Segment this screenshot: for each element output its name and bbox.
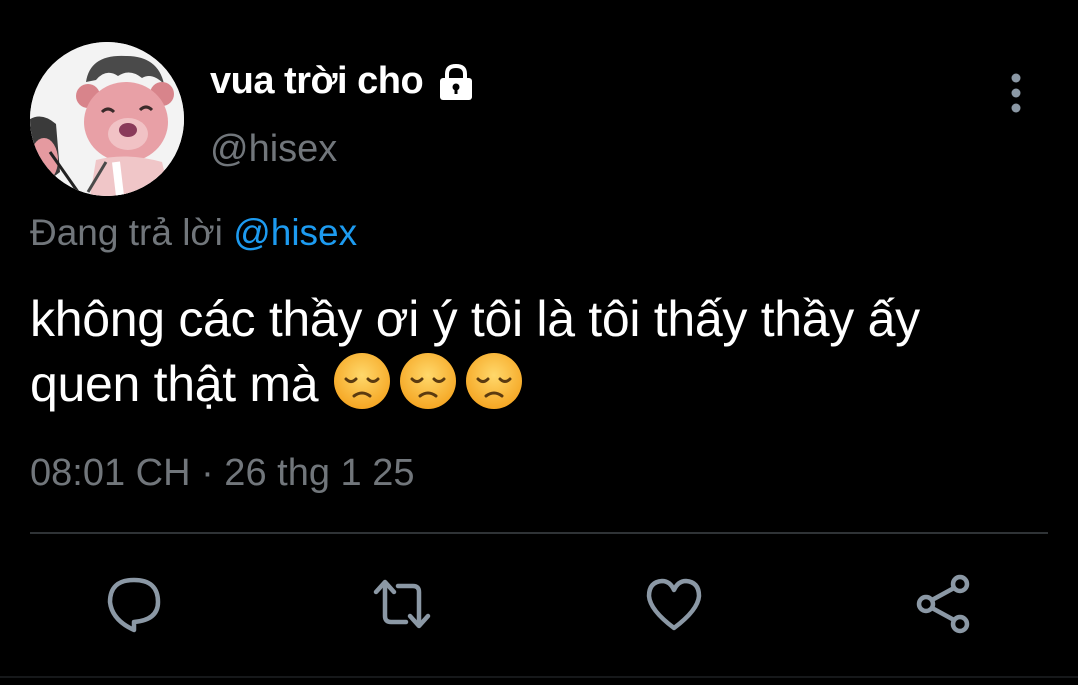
- heart-icon: [646, 578, 702, 631]
- tweet-text: không các thầy ơi ý tôi là tôi thấy thầy…: [30, 287, 1040, 416]
- avatar[interactable]: [30, 42, 184, 196]
- replying-to-label: Đang trả lời: [30, 212, 223, 253]
- tweet-detail: vua trời cho @hisex Đang trả lời @hisex …: [0, 0, 1078, 685]
- lock-icon: [435, 61, 477, 103]
- reply-icon: [107, 577, 161, 633]
- display-name-row: vua trời cho: [210, 60, 477, 103]
- disappointed-face-emoji: [464, 351, 524, 411]
- divider: [30, 532, 1048, 534]
- disappointed-face-emoji: [332, 351, 392, 411]
- bottom-divider: [0, 676, 1078, 678]
- cartoon-bear-avatar: [30, 42, 184, 196]
- like-button[interactable]: [644, 574, 704, 634]
- share-button[interactable]: [914, 574, 974, 634]
- more-options-icon[interactable]: [1000, 72, 1032, 116]
- retweet-icon: [373, 579, 431, 629]
- reply-button[interactable]: [104, 574, 164, 634]
- disappointed-face-emoji: [398, 351, 458, 411]
- display-name[interactable]: vua trời cho: [210, 60, 424, 103]
- replying-to: Đang trả lời @hisex: [30, 212, 357, 254]
- retweet-button[interactable]: [372, 574, 432, 634]
- replying-to-mention[interactable]: @hisex: [233, 212, 357, 253]
- user-handle[interactable]: @hisex: [210, 128, 337, 171]
- share-icon: [916, 574, 970, 634]
- tweet-timestamp[interactable]: 08:01 CH · 26 thg 1 25: [30, 452, 414, 495]
